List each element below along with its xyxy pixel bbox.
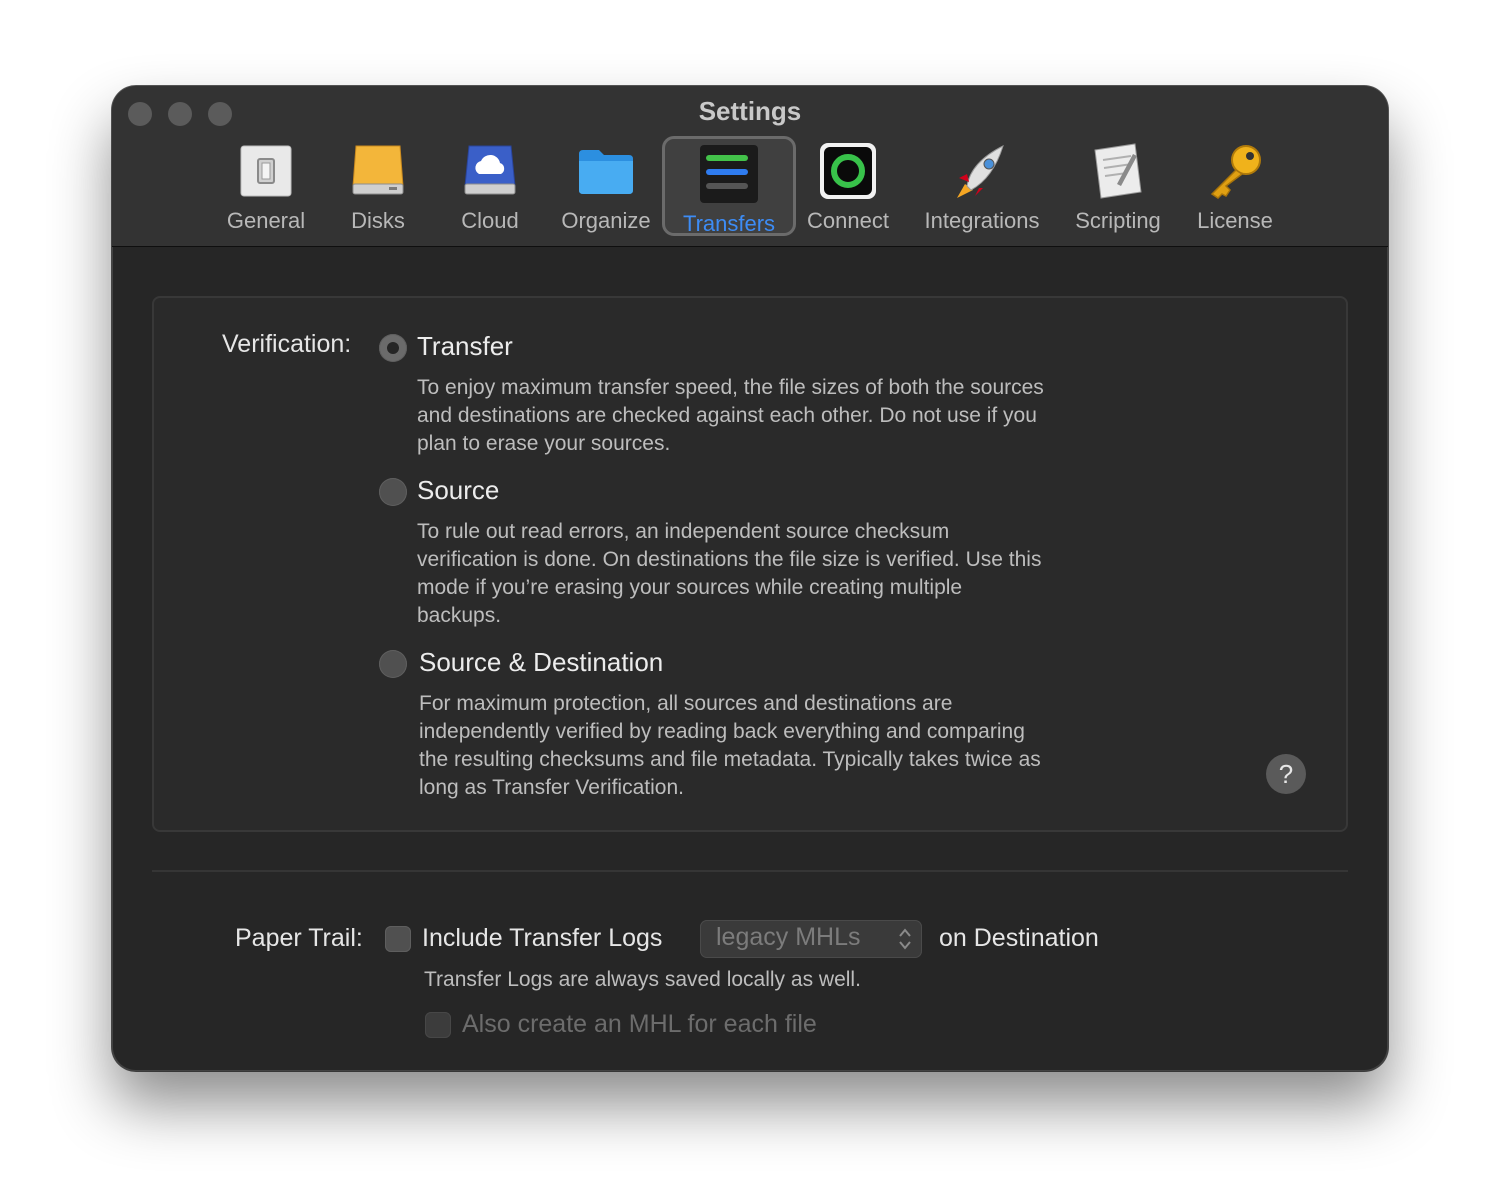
tab-label: License — [1197, 208, 1273, 233]
script-icon — [1087, 140, 1149, 202]
tab-general[interactable]: General — [222, 136, 310, 236]
tab-disks[interactable]: Disks — [338, 136, 418, 236]
tab-label: Cloud — [461, 208, 519, 233]
log-format-value: legacy MHLs — [716, 923, 861, 951]
description-line: the resulting checksums and file metadat… — [419, 748, 1041, 771]
key-icon — [1204, 140, 1266, 202]
connect-ring-icon — [817, 140, 879, 202]
tab-label: Connect — [807, 208, 889, 233]
paper-trail-label: Paper Trail: — [235, 924, 363, 952]
verification-label: Verification: — [222, 330, 352, 358]
option-title-source: Source — [417, 475, 500, 505]
tab-license[interactable]: License — [1192, 136, 1278, 236]
tab-label: Integrations — [924, 208, 1040, 233]
description-line: independently verified by reading back e… — [419, 720, 1025, 743]
tab-integrations[interactable]: Integrations — [918, 136, 1046, 236]
option-title-transfer: Transfer — [417, 331, 513, 361]
cloud-drive-icon — [459, 140, 521, 202]
settings-window: Settings General Disks Cloud Organize Tr… — [112, 86, 1388, 1071]
transfer-logs-note: Transfer Logs are always saved locally a… — [424, 968, 861, 991]
tab-label: Scripting — [1075, 208, 1161, 233]
tab-label: General — [226, 208, 306, 233]
description-line: and destinations are checked against eac… — [417, 404, 1037, 427]
description-line: verification is done. On destinations th… — [417, 548, 1042, 571]
description-line: plan to erase your sources. — [417, 432, 671, 455]
chevron-up-down-icon — [898, 926, 912, 952]
tab-label: Transfers — [682, 211, 776, 236]
radio-source[interactable] — [379, 478, 407, 506]
mhl-each-file-checkbox[interactable] — [425, 1012, 451, 1038]
folder-icon — [575, 140, 637, 202]
option-description-transfer: To enjoy maximum transfer speed, the fil… — [417, 374, 1137, 458]
include-transfer-logs-label: Include Transfer Logs — [422, 924, 663, 952]
help-button[interactable]: ? — [1266, 754, 1306, 794]
mhl-each-file-label: Also create an MHL for each file — [462, 1010, 817, 1038]
toolbar: Settings General Disks Cloud Organize Tr… — [112, 86, 1388, 247]
window-title: Settings — [698, 96, 802, 126]
switch-icon — [235, 140, 297, 202]
tab-cloud[interactable]: Cloud — [448, 136, 532, 236]
radio-transfer[interactable] — [379, 334, 407, 362]
description-line: long as Transfer Verification. — [419, 776, 684, 799]
tab-transfers[interactable]: Transfers — [662, 136, 796, 236]
radio-source-destination[interactable] — [379, 650, 407, 678]
option-description-source-destination: For maximum protection, all sources and … — [419, 690, 1139, 802]
tab-label: Disks — [351, 208, 405, 233]
verification-group: Verification: Transfer To enjoy maximum … — [152, 296, 1348, 832]
transfers-icon — [698, 143, 760, 205]
tab-scripting[interactable]: Scripting — [1070, 136, 1166, 236]
on-destination-label: on Destination — [939, 924, 1099, 952]
description-line: To rule out read errors, an independent … — [417, 520, 950, 543]
description-line: To enjoy maximum transfer speed, the fil… — [417, 376, 1044, 399]
log-format-select[interactable]: legacy MHLs — [700, 920, 922, 958]
description-line: backups. — [417, 604, 502, 627]
tab-connect[interactable]: Connect — [802, 136, 894, 236]
option-description-source: To rule out read errors, an independent … — [417, 518, 1137, 630]
include-transfer-logs-checkbox[interactable] — [385, 926, 411, 952]
description-line: For maximum protection, all sources and … — [419, 692, 953, 715]
section-divider — [152, 870, 1348, 872]
rocket-icon — [951, 140, 1013, 202]
tab-label: Organize — [561, 208, 651, 233]
disk-icon — [347, 140, 409, 202]
option-title-source-destination: Source & Destination — [419, 647, 664, 677]
description-line: mode if you’re erasing your sources whil… — [417, 576, 963, 599]
tab-organize[interactable]: Organize — [556, 136, 656, 236]
